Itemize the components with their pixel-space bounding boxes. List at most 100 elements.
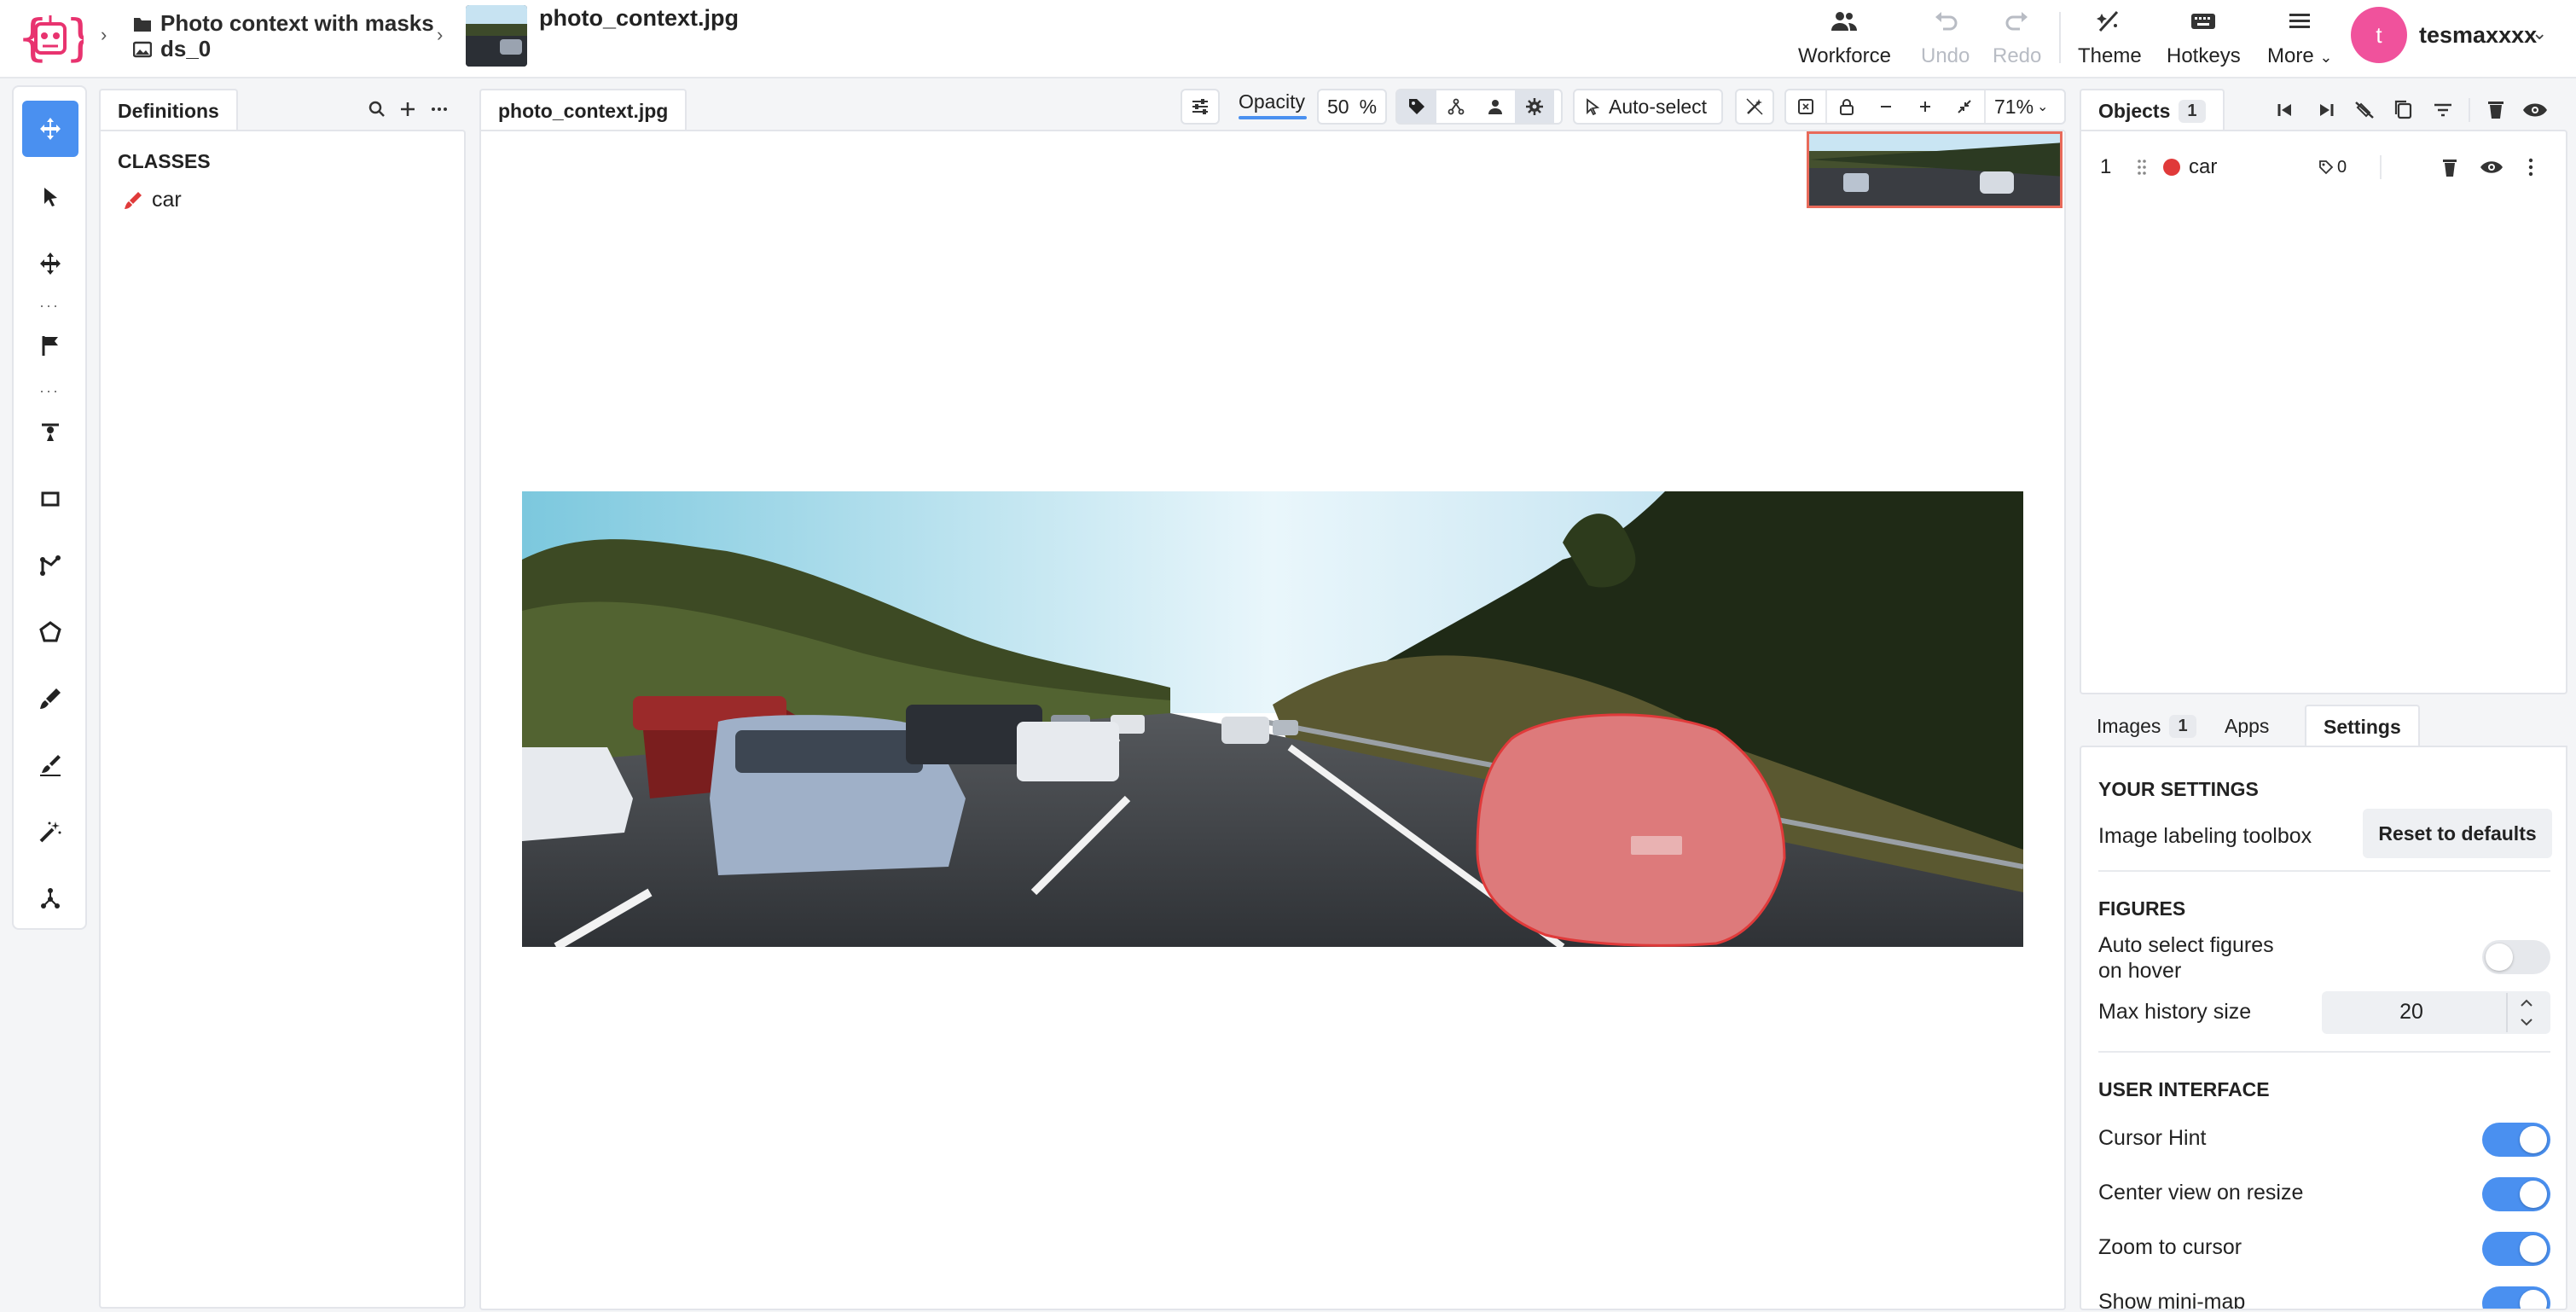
graph-toggle[interactable] (1436, 90, 1476, 123)
tab-settings[interactable]: Settings (2305, 705, 2420, 747)
filter-icon[interactable] (2429, 97, 2457, 123)
point-tool[interactable] (22, 403, 78, 459)
eye-icon[interactable] (2521, 97, 2549, 123)
polygon-tool[interactable] (22, 604, 78, 660)
cursor-hint-toggle[interactable] (2482, 1123, 2550, 1157)
tag-outline-icon (2319, 160, 2334, 175)
move-arrows-icon (40, 118, 61, 140)
auto-select-hover-label-2: on hover (2098, 959, 2182, 983)
more-tools-dots[interactable]: ··· (14, 382, 85, 400)
object-row[interactable]: 1 car 0 (2081, 150, 2566, 184)
chevron-down-icon: ⌄ (2037, 100, 2049, 114)
object-color-dot (2163, 159, 2180, 176)
opacity-label: Opacity (1239, 90, 1305, 113)
flag-tool[interactable] (22, 317, 78, 374)
image-thumbnail (466, 5, 527, 67)
opacity-input[interactable]: 50 % (1317, 89, 1387, 125)
avatar[interactable]: t (2351, 7, 2407, 63)
drag-tool[interactable] (22, 235, 78, 292)
tab-images[interactable]: Images 1 (2080, 705, 2213, 747)
select-tool[interactable] (22, 169, 78, 225)
rectangle-tool[interactable] (22, 471, 78, 527)
adjust-button[interactable] (1181, 89, 1220, 125)
polyline-icon (40, 555, 61, 576)
class-item-car[interactable]: car (123, 188, 182, 212)
tab-objects[interactable]: Objects 1 (2080, 89, 2225, 131)
max-history-input[interactable]: 20 (2322, 991, 2550, 1034)
show-minimap-toggle[interactable] (2482, 1286, 2550, 1309)
reset-defaults-button[interactable]: Reset to defaults (2363, 809, 2552, 858)
opacity-value: 50 (1327, 95, 1349, 118)
cursor-arrow-icon (1587, 98, 1600, 115)
definitions-panel: Definitions CLASSES car (99, 89, 466, 1310)
skeleton-graph-icon (41, 888, 60, 909)
polyline-tool[interactable] (22, 537, 78, 594)
keyboard-icon (2191, 14, 2216, 29)
workforce-button[interactable]: Workforce (1798, 7, 1891, 68)
tag-icon (1409, 99, 1424, 114)
collapse-button[interactable] (1945, 90, 1984, 123)
eye-icon[interactable] (2479, 156, 2504, 178)
username[interactable]: tesmaxxxx (2419, 22, 2537, 49)
breadcrumb-project[interactable]: Photo context with masks (133, 10, 434, 37)
graph-tool[interactable] (22, 870, 78, 926)
plus-icon[interactable] (399, 101, 416, 118)
zoom-select[interactable]: 71% ⌄ (1986, 96, 2057, 119)
theme-button[interactable]: Theme (2078, 7, 2142, 68)
user-toggle[interactable] (1476, 90, 1515, 123)
smart-tool[interactable] (22, 804, 78, 860)
center-view-toggle[interactable] (2482, 1177, 2550, 1211)
copy-icon[interactable] (2390, 97, 2417, 123)
app-logo-icon[interactable]: { } (17, 9, 84, 68)
opacity-slider[interactable] (1239, 116, 1307, 119)
magic-toggle[interactable] (1735, 89, 1774, 125)
zoom-in-button[interactable] (1906, 90, 1945, 123)
more-button[interactable]: More ⌄ (2267, 7, 2332, 68)
eraser-tool[interactable] (22, 737, 78, 793)
fit-button[interactable] (1786, 90, 1825, 123)
zoom-out-button[interactable] (1866, 90, 1906, 123)
skip-back-icon[interactable] (2272, 97, 2300, 123)
tab-definitions[interactable]: Definitions (99, 89, 238, 131)
trash-icon[interactable] (2482, 97, 2509, 123)
more-tools-dots[interactable]: ··· (14, 297, 85, 315)
figures-heading: FIGURES (2098, 897, 2186, 920)
skip-forward-icon[interactable] (2312, 97, 2339, 123)
more-horizontal-icon[interactable] (430, 101, 449, 118)
pan-tool[interactable] (22, 101, 78, 157)
images-tab-label: Images (2097, 714, 2161, 737)
undo-button[interactable]: Undo (1921, 7, 1970, 68)
zoom-to-cursor-toggle[interactable] (2482, 1232, 2550, 1266)
auto-select-button[interactable]: Auto-select (1573, 89, 1723, 125)
workforce-label: Workforce (1798, 44, 1891, 67)
chevron-up-icon[interactable] (2518, 996, 2535, 1010)
tool-rail: ··· ··· (12, 85, 87, 930)
hotkeys-button[interactable]: Hotkeys (2167, 7, 2241, 68)
max-history-label: Max history size (2098, 1000, 2252, 1024)
search-icon[interactable] (368, 101, 386, 118)
annotation-image[interactable] (522, 491, 2023, 947)
minimap[interactable] (1807, 131, 2063, 208)
undo-icon (1935, 12, 1958, 31)
rectangle-icon (41, 491, 60, 507)
theme-icon (2097, 10, 2119, 32)
trash-icon[interactable] (2440, 156, 2460, 178)
opacity-unit: % (1359, 95, 1378, 118)
folder-icon (134, 17, 151, 32)
more-vertical-icon[interactable] (2527, 156, 2535, 178)
tab-canvas-file[interactable]: photo_context.jpg (479, 89, 688, 131)
settings-toggle[interactable] (1515, 90, 1554, 123)
chevron-down-icon[interactable]: ⌄ (2532, 22, 2547, 44)
redo-button[interactable]: Redo (1993, 7, 2041, 68)
breadcrumb-dataset[interactable]: ds_0 (133, 36, 211, 62)
object-tags[interactable]: 0 (2318, 158, 2347, 177)
tab-apps[interactable]: Apps (2208, 705, 2286, 747)
brush-tool[interactable] (22, 671, 78, 727)
drag-handle-icon[interactable] (2136, 158, 2148, 177)
lock-button[interactable] (1827, 90, 1866, 123)
chevron-down-icon[interactable] (2518, 1015, 2535, 1029)
toolbox-label: Image labeling toolbox (2098, 824, 2312, 848)
tag-toggle[interactable] (1397, 90, 1436, 123)
auto-select-hover-toggle[interactable] (2482, 940, 2550, 974)
hide-selected-icon[interactable] (2351, 97, 2378, 123)
